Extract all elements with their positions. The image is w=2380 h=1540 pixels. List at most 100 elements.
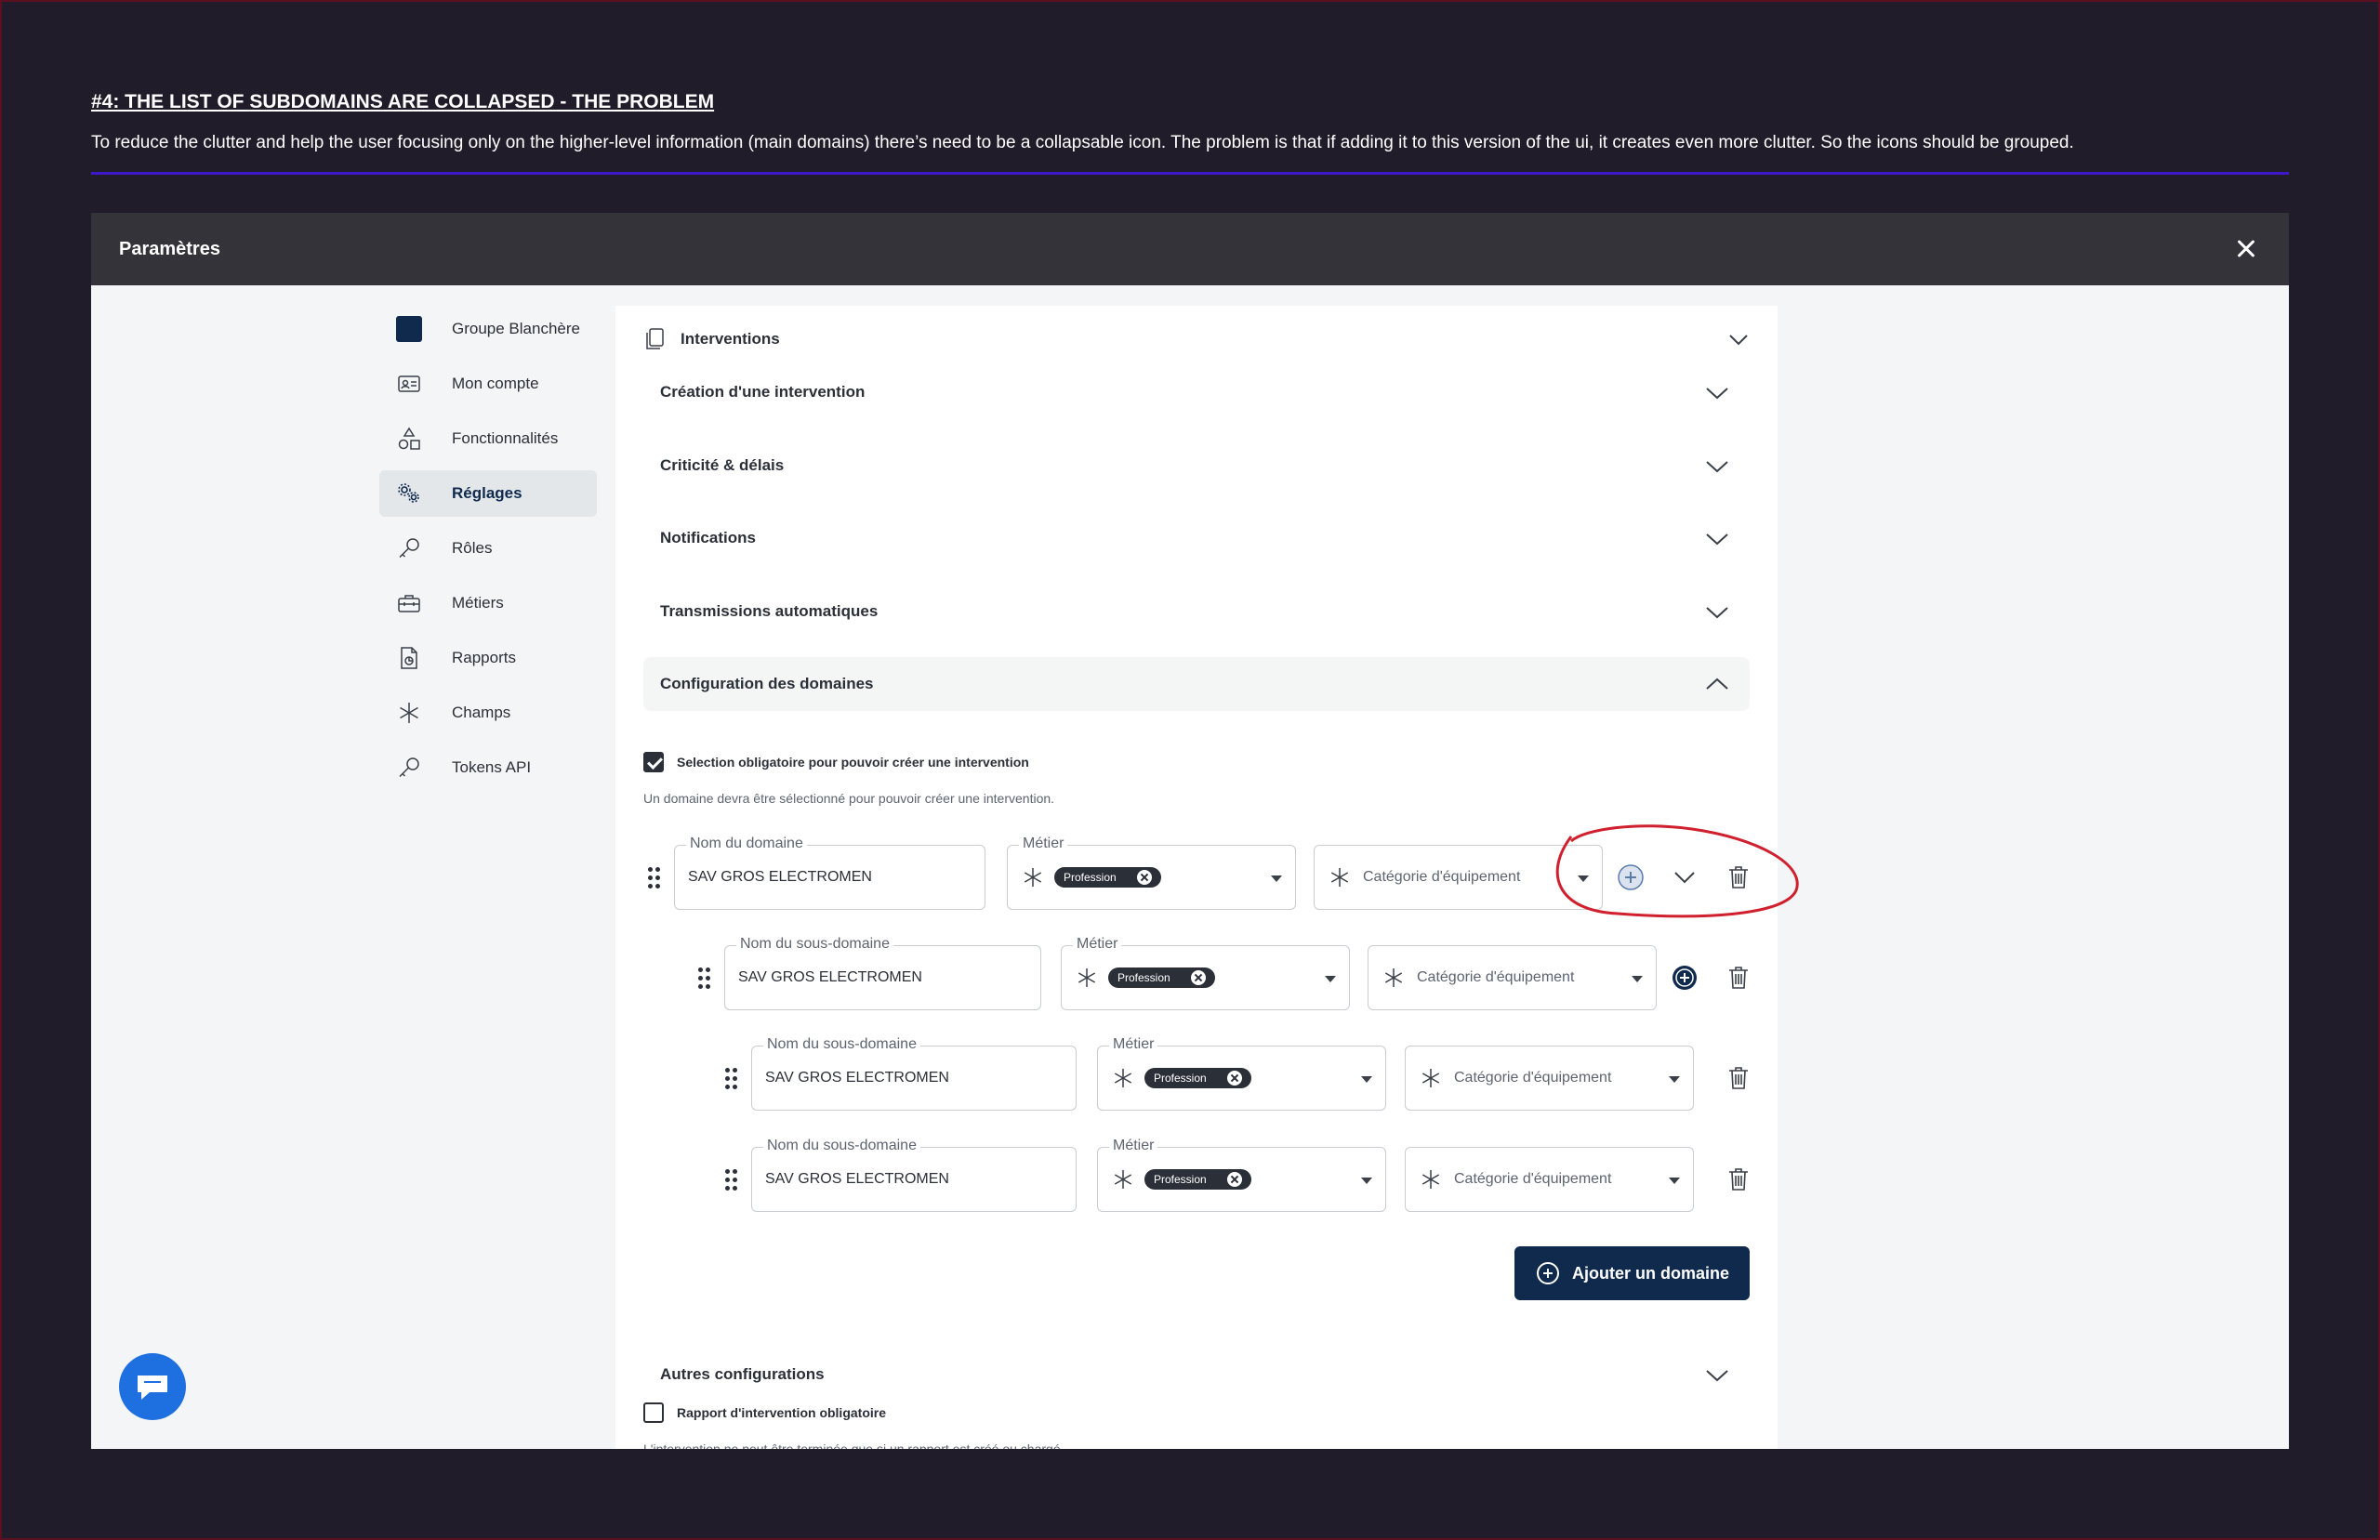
field-label: Nom du domaine: [686, 836, 807, 852]
chip-remove-icon[interactable]: [1226, 1172, 1242, 1187]
trash-icon[interactable]: [1725, 1165, 1752, 1193]
asterisk-icon: [1384, 968, 1403, 987]
chip-remove-icon[interactable]: [1226, 1071, 1242, 1086]
domain-name-field[interactable]: Nom du domaine SAV GROS ELECTROMEN: [674, 836, 985, 910]
section-criticity[interactable]: Criticité & délais: [643, 439, 1750, 493]
drag-handle-icon[interactable]: [698, 967, 711, 990]
report-help: L'intervention ne peut être terminée que…: [643, 1441, 1064, 1449]
chevron-down-icon[interactable]: [1727, 328, 1750, 350]
gears-icon: [396, 480, 422, 507]
trash-icon[interactable]: [1725, 1064, 1752, 1092]
field-value: SAV GROS ELECTROMEN: [738, 969, 922, 985]
add-nested-subdomain-icon[interactable]: [1671, 964, 1699, 992]
add-domain-button[interactable]: Ajouter un domaine: [1514, 1246, 1750, 1300]
trash-icon[interactable]: [1725, 964, 1752, 992]
category-select[interactable]: Catégorie d'équipement: [1405, 1147, 1694, 1212]
subdomain-name-field[interactable]: Nom du sous-domaine SAV GROS ELECTROMEN: [724, 936, 1041, 1010]
chevron-up-icon: [1706, 678, 1728, 690]
field-value: SAV GROS ELECTROMEN: [688, 869, 872, 885]
dropdown-caret-icon[interactable]: [1325, 976, 1336, 982]
mandatory-selection-checkbox[interactable]: Selection obligatoire pour pouvoir créer…: [643, 752, 1029, 772]
category-placeholder: Catégorie d'équipement: [1454, 1171, 1612, 1187]
section-creation[interactable]: Création d'une intervention: [643, 365, 1750, 419]
report-icon: [396, 645, 422, 671]
section-notifications[interactable]: Notifications: [643, 511, 1750, 565]
section-transmissions[interactable]: Transmissions automatiques: [643, 585, 1750, 638]
sidebar-item-jobs[interactable]: Métiers: [379, 580, 597, 626]
section-other[interactable]: Autres configurations: [643, 1348, 1750, 1402]
profession-chip: Profession: [1144, 1169, 1251, 1190]
metier-select[interactable]: Métier Profession: [1097, 1138, 1386, 1212]
sidebar-item-roles[interactable]: Rôles: [379, 525, 597, 572]
sidebar-item-features[interactable]: Fonctionnalités: [379, 415, 597, 462]
domain-row: Nom du domaine SAV GROS ELECTROMEN Métie…: [648, 836, 1764, 912]
sidebar-item-reports[interactable]: Rapports: [379, 635, 597, 681]
trash-icon[interactable]: [1725, 863, 1752, 891]
asterisk-icon: [396, 700, 422, 726]
copy-icon: [646, 328, 664, 349]
asterisk-icon: [1024, 868, 1042, 887]
subdomain-name-field[interactable]: Nom du sous-domaine SAV GROS ELECTROMEN: [751, 1036, 1077, 1111]
collapse-subdomains-chevron-icon[interactable]: [1671, 863, 1699, 891]
modal-header: Paramètres: [91, 213, 2289, 285]
close-icon[interactable]: [2233, 235, 2261, 263]
field-value: SAV GROS ELECTROMEN: [765, 1171, 949, 1187]
dropdown-caret-icon[interactable]: [1669, 1076, 1680, 1083]
add-domain-label: Ajouter un domaine: [1571, 1263, 1729, 1283]
dropdown-caret-icon[interactable]: [1361, 1178, 1372, 1184]
section-label: Autres configurations: [660, 1365, 825, 1383]
dropdown-caret-icon[interactable]: [1361, 1076, 1372, 1083]
content-panel: Interventions Création d'une interventio…: [615, 306, 1778, 1449]
dropdown-caret-icon[interactable]: [1578, 875, 1589, 882]
add-subdomain-icon[interactable]: [1617, 863, 1645, 891]
drag-handle-icon[interactable]: [725, 1169, 738, 1191]
sidebar-item-groupe[interactable]: Groupe Blanchère: [379, 306, 597, 352]
sidebar-item-label: Fonctionnalités: [452, 429, 559, 447]
sidebar-item-label: Métiers: [452, 594, 504, 612]
asterisk-icon: [1330, 868, 1349, 887]
subdomain-name-field[interactable]: Nom du sous-domaine SAV GROS ELECTROMEN: [751, 1138, 1077, 1212]
subdomain-row: Nom du sous-domaine SAV GROS ELECTROMEN …: [698, 936, 1767, 1012]
report-mandatory-checkbox[interactable]: Rapport d'intervention obligatoire: [643, 1402, 886, 1423]
field-value: SAV GROS ELECTROMEN: [765, 1070, 949, 1086]
sidebar-item-account[interactable]: Mon compte: [379, 361, 597, 407]
key-icon: [396, 535, 422, 561]
category-select[interactable]: Catégorie d'équipement: [1368, 945, 1657, 1010]
settings-sidebar: Groupe Blanchère Mon compte Fonctionnali…: [379, 306, 597, 799]
metier-select[interactable]: Métier Profession: [1097, 1036, 1386, 1111]
section-domains[interactable]: Configuration des domaines: [643, 657, 1750, 711]
sidebar-item-label: Champs: [452, 704, 511, 721]
chat-bubble-icon: [138, 1375, 167, 1400]
panel-title: Interventions: [681, 330, 780, 348]
chevron-down-icon: [1706, 1370, 1728, 1382]
metier-select[interactable]: Métier Profession: [1007, 836, 1296, 910]
checkbox-checked[interactable]: [643, 752, 664, 772]
field-label: Métier: [1109, 1036, 1158, 1053]
sidebar-item-label: Mon compte: [452, 375, 539, 392]
chip-remove-icon[interactable]: [1136, 870, 1152, 885]
category-placeholder: Catégorie d'équipement: [1363, 869, 1521, 885]
drag-handle-icon[interactable]: [725, 1068, 738, 1090]
field-label: Nom du sous-domaine: [736, 936, 893, 953]
sidebar-item-fields[interactable]: Champs: [379, 690, 597, 736]
key-icon: [396, 755, 422, 781]
metier-select[interactable]: Métier Profession: [1061, 936, 1350, 1010]
dropdown-caret-icon[interactable]: [1632, 976, 1643, 982]
dropdown-caret-icon[interactable]: [1271, 875, 1282, 882]
subdomain-row: Nom du sous-domaine SAV GROS ELECTROMEN …: [725, 1036, 1766, 1112]
section-label: Criticité & délais: [660, 456, 785, 474]
sidebar-item-tokens[interactable]: Tokens API: [379, 744, 597, 791]
asterisk-icon: [1421, 1069, 1440, 1087]
interventions-header[interactable]: Interventions: [643, 321, 1750, 358]
dropdown-caret-icon[interactable]: [1669, 1178, 1680, 1184]
asterisk-icon: [1078, 968, 1096, 987]
checkbox-unchecked[interactable]: [643, 1402, 664, 1423]
category-select[interactable]: Catégorie d'équipement: [1314, 845, 1603, 910]
field-label: Nom du sous-domaine: [763, 1138, 920, 1154]
chip-remove-icon[interactable]: [1190, 970, 1206, 985]
category-select[interactable]: Catégorie d'équipement: [1405, 1046, 1694, 1111]
chat-button[interactable]: [119, 1353, 186, 1420]
toolbox-icon: [396, 590, 422, 616]
drag-handle-icon[interactable]: [648, 867, 661, 889]
sidebar-item-settings[interactable]: Réglages: [379, 470, 597, 517]
